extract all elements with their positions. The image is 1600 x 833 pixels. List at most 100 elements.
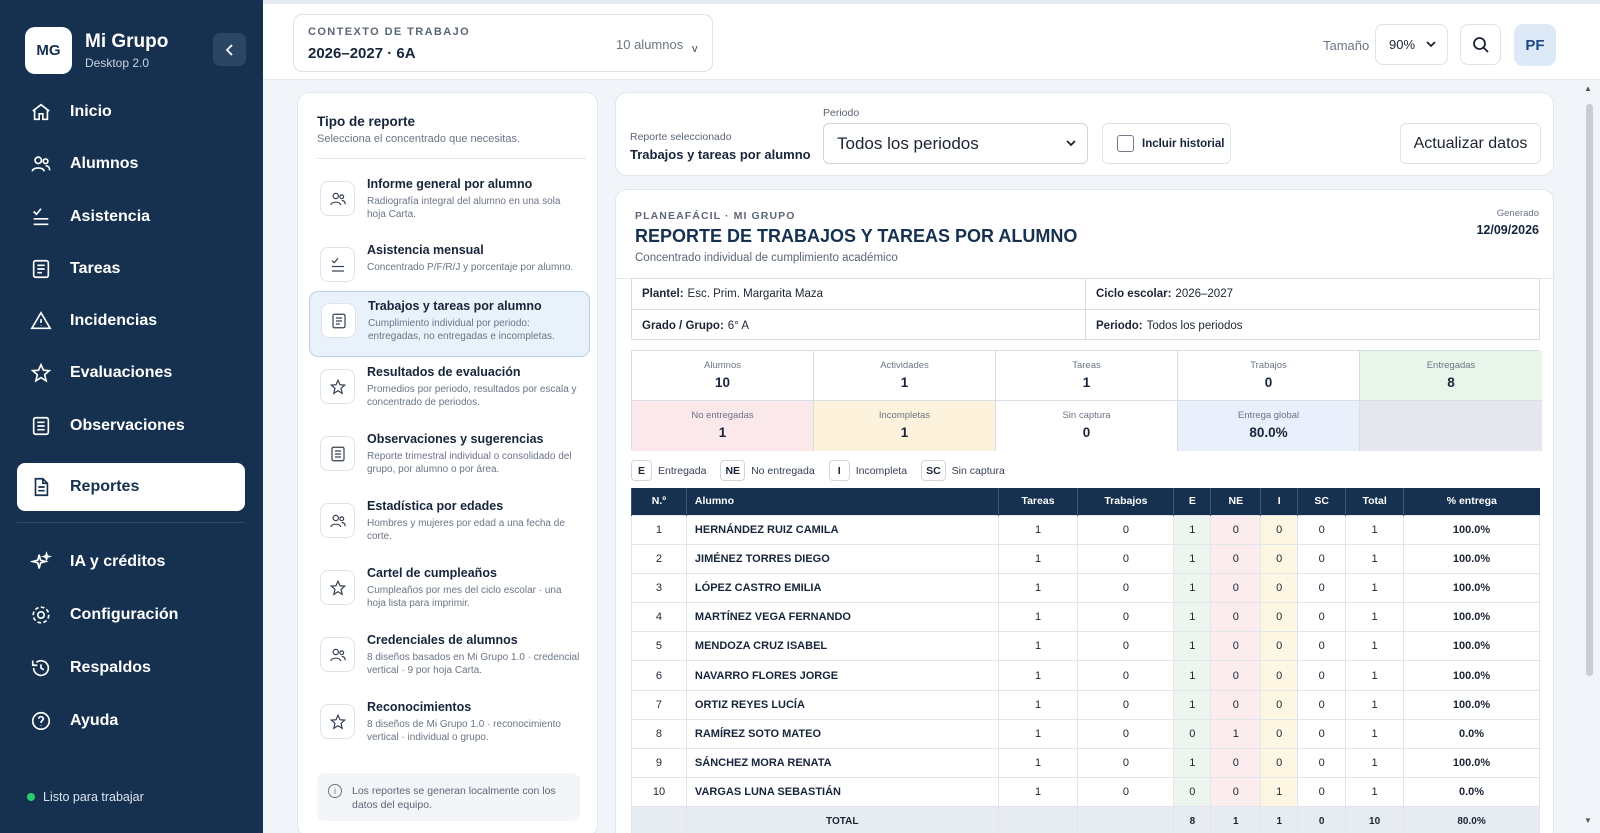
stat-label: Entregadas (1426, 360, 1476, 371)
table-cell: 1 (631, 514, 687, 545)
stat-label: No entregadas (691, 410, 754, 421)
table-cell: MENDOZA CRUZ ISABEL (685, 631, 999, 662)
table-cell: 0 (1297, 572, 1347, 604)
sidebar-item-inicio[interactable]: Inicio (17, 88, 245, 136)
table-cell: 1 (1345, 718, 1405, 750)
scrollbar-thumb[interactable] (1586, 104, 1593, 676)
table-cell: 1 (1260, 777, 1299, 808)
table-cell: 0 (1297, 631, 1347, 662)
report-stats: Alumnos 10 Actividades 1 Tareas 1 Trabajos 0 Ent… (631, 350, 1542, 451)
sidebar-item-respaldos[interactable]: Respaldos (17, 644, 245, 692)
report-type-desc: 8 diseños basados en Mi Grupo 1.0 · cred… (367, 652, 580, 676)
status-text: Listo para trabajar (43, 790, 144, 804)
report-type-title: Resultados de evaluación (367, 365, 521, 379)
meta-ciclo: Ciclo escolar: 2026–2027 (1086, 279, 1539, 310)
report-type-title: Informe general por alumno (367, 177, 533, 191)
legend-code: E (631, 460, 652, 481)
sidebar-item-incidencias[interactable]: Incidencias (17, 297, 245, 345)
period-select[interactable]: Todos los periodos (823, 123, 1088, 164)
sidebar-item-tareas[interactable]: Tareas (17, 245, 245, 293)
collapse-sidebar-button[interactable] (213, 33, 246, 66)
sidebar-item-configuracion[interactable]: Configuración (17, 591, 245, 639)
report-brand: PLANEAFÁCIL · MI GRUPO (635, 210, 796, 222)
info-note: i Los reportes se generan localmente con… (317, 773, 580, 821)
sidebar-item-evaluaciones[interactable]: Evaluaciones (17, 349, 245, 397)
sidebar-item-label: Reportes (70, 478, 140, 495)
table-row: 2 JIMÉNEZ TORRES DIEGO 1 0 1 0 0 0 1 100.0% (631, 543, 1540, 574)
app-name: Mi Grupo (85, 31, 169, 52)
scroll-down-arrow[interactable]: ▼ (1584, 816, 1592, 825)
table-cell: 0 (1297, 602, 1347, 633)
legend-code: I (828, 460, 850, 481)
table-cell: 1 (1173, 543, 1212, 574)
table-cell (997, 806, 1079, 833)
user-avatar[interactable]: PF (1514, 24, 1556, 66)
report-type-estadistica-edades[interactable]: Estadística por edades Hombres y mujeres… (309, 492, 590, 558)
report-type-informe-general[interactable]: Informe general por alumno Radiografía i… (309, 170, 590, 236)
meta-grado: Grado / Grupo: 6° A (632, 310, 1086, 341)
zoom-select[interactable]: 90% (1375, 24, 1448, 65)
table-cell: 1 (1173, 602, 1212, 633)
report-subtitle: Concentrado individual de cumplimiento a… (635, 252, 898, 264)
stat-card: Sin captura 0 (996, 401, 1178, 451)
table-cell: 0 (1077, 514, 1175, 545)
search-button[interactable] (1460, 24, 1501, 65)
sidebar-item-ayuda[interactable]: Ayuda (17, 697, 245, 745)
column-header: Tareas (997, 488, 1078, 515)
table-cell: RAMÍREZ SOTO MATEO (685, 718, 999, 750)
table-cell: 0.0% (1403, 777, 1540, 808)
divider (317, 158, 586, 159)
sidebar-item-reportes[interactable]: Reportes (17, 463, 245, 511)
table-cell: 0 (1210, 631, 1262, 662)
sparkles-icon (30, 551, 52, 569)
column-header: N.º (631, 488, 687, 515)
checklist-icon (33, 208, 49, 226)
table-cell: VARGAS LUNA SEBASTIÁN (685, 777, 999, 808)
search-icon (1472, 36, 1489, 53)
sidebar-item-alumnos[interactable]: Alumnos (17, 140, 245, 188)
size-label: Tamaño (1323, 38, 1370, 53)
student-count: 10 alumnos (616, 37, 684, 52)
table-cell: 0 (1297, 660, 1347, 691)
stat-value: 0 (1264, 375, 1273, 390)
scroll-up-arrow[interactable]: ▲ (1584, 84, 1592, 93)
status-indicator: Listo para trabajar (27, 790, 144, 804)
table-cell: 0 (1297, 718, 1347, 750)
table-row: 4 MARTÍNEZ VEGA FERNANDO 1 0 1 0 0 0 1 100.0% (631, 602, 1540, 633)
sidebar-item-label: IA y créditos (70, 553, 166, 570)
table-cell: 1 (997, 747, 1079, 779)
table-cell: 0 (1173, 718, 1212, 750)
sidebar-item-ia-creditos[interactable]: IA y créditos (17, 538, 245, 586)
table-cell: 0 (1260, 747, 1299, 779)
report-type-title: Credenciales de alumnos (367, 633, 518, 647)
stat-label: Sin captura (1062, 410, 1111, 421)
sidebar-item-observaciones[interactable]: Observaciones (17, 402, 245, 450)
report-type-credenciales[interactable]: Credenciales de alumnos 8 diseños basado… (309, 626, 590, 692)
stat-label: Tareas (1072, 360, 1101, 371)
table-cell: 1 (1173, 572, 1212, 604)
table-cell (631, 806, 687, 833)
generated-label: Generado (1496, 208, 1539, 219)
refresh-data-button[interactable]: Actualizar datos (1400, 123, 1541, 164)
sidebar-item-asistencia[interactable]: Asistencia (17, 193, 245, 241)
table-cell: 100.0% (1403, 572, 1540, 604)
report-type-title: Cartel de cumpleaños (367, 566, 497, 580)
checkbox-box[interactable] (1117, 135, 1134, 152)
sidebar-item-label: Alumnos (70, 155, 139, 172)
report-type-observaciones[interactable]: Observaciones y sugerencias Reporte trim… (309, 425, 590, 491)
report-type-cartel-cumpleanos[interactable]: Cartel de cumpleaños Cumpleaños por mes … (309, 559, 590, 625)
include-history-checkbox[interactable]: Incluir historial (1102, 123, 1231, 164)
warning-icon (30, 311, 52, 330)
context-selector[interactable]: CONTEXTO DE TRABAJO 2026–2027 · 6A 10 al… (293, 14, 713, 72)
table-cell: 1 (997, 602, 1079, 633)
report-type-reconocimientos[interactable]: Reconocimientos 8 diseños de Mi Grupo 1.… (309, 693, 590, 759)
topbar: CONTEXTO DE TRABAJO 2026–2027 · 6A 10 al… (263, 0, 1600, 80)
table-row: 8 RAMÍREZ SOTO MATEO 1 0 0 1 0 0 1 0.0% (631, 718, 1540, 750)
table-cell: 7 (631, 689, 687, 720)
report-type-trabajos-tareas[interactable]: Trabajos y tareas por alumno Cumplimient… (309, 291, 590, 357)
stat-label: Incompletas (878, 410, 931, 421)
legend-code: NE (720, 460, 746, 481)
report-type-resultados-evaluacion[interactable]: Resultados de evaluación Promedios por p… (309, 358, 590, 424)
users-icon (329, 192, 346, 205)
report-type-desc: Radiografía integral del alumno en una s… (367, 196, 561, 220)
